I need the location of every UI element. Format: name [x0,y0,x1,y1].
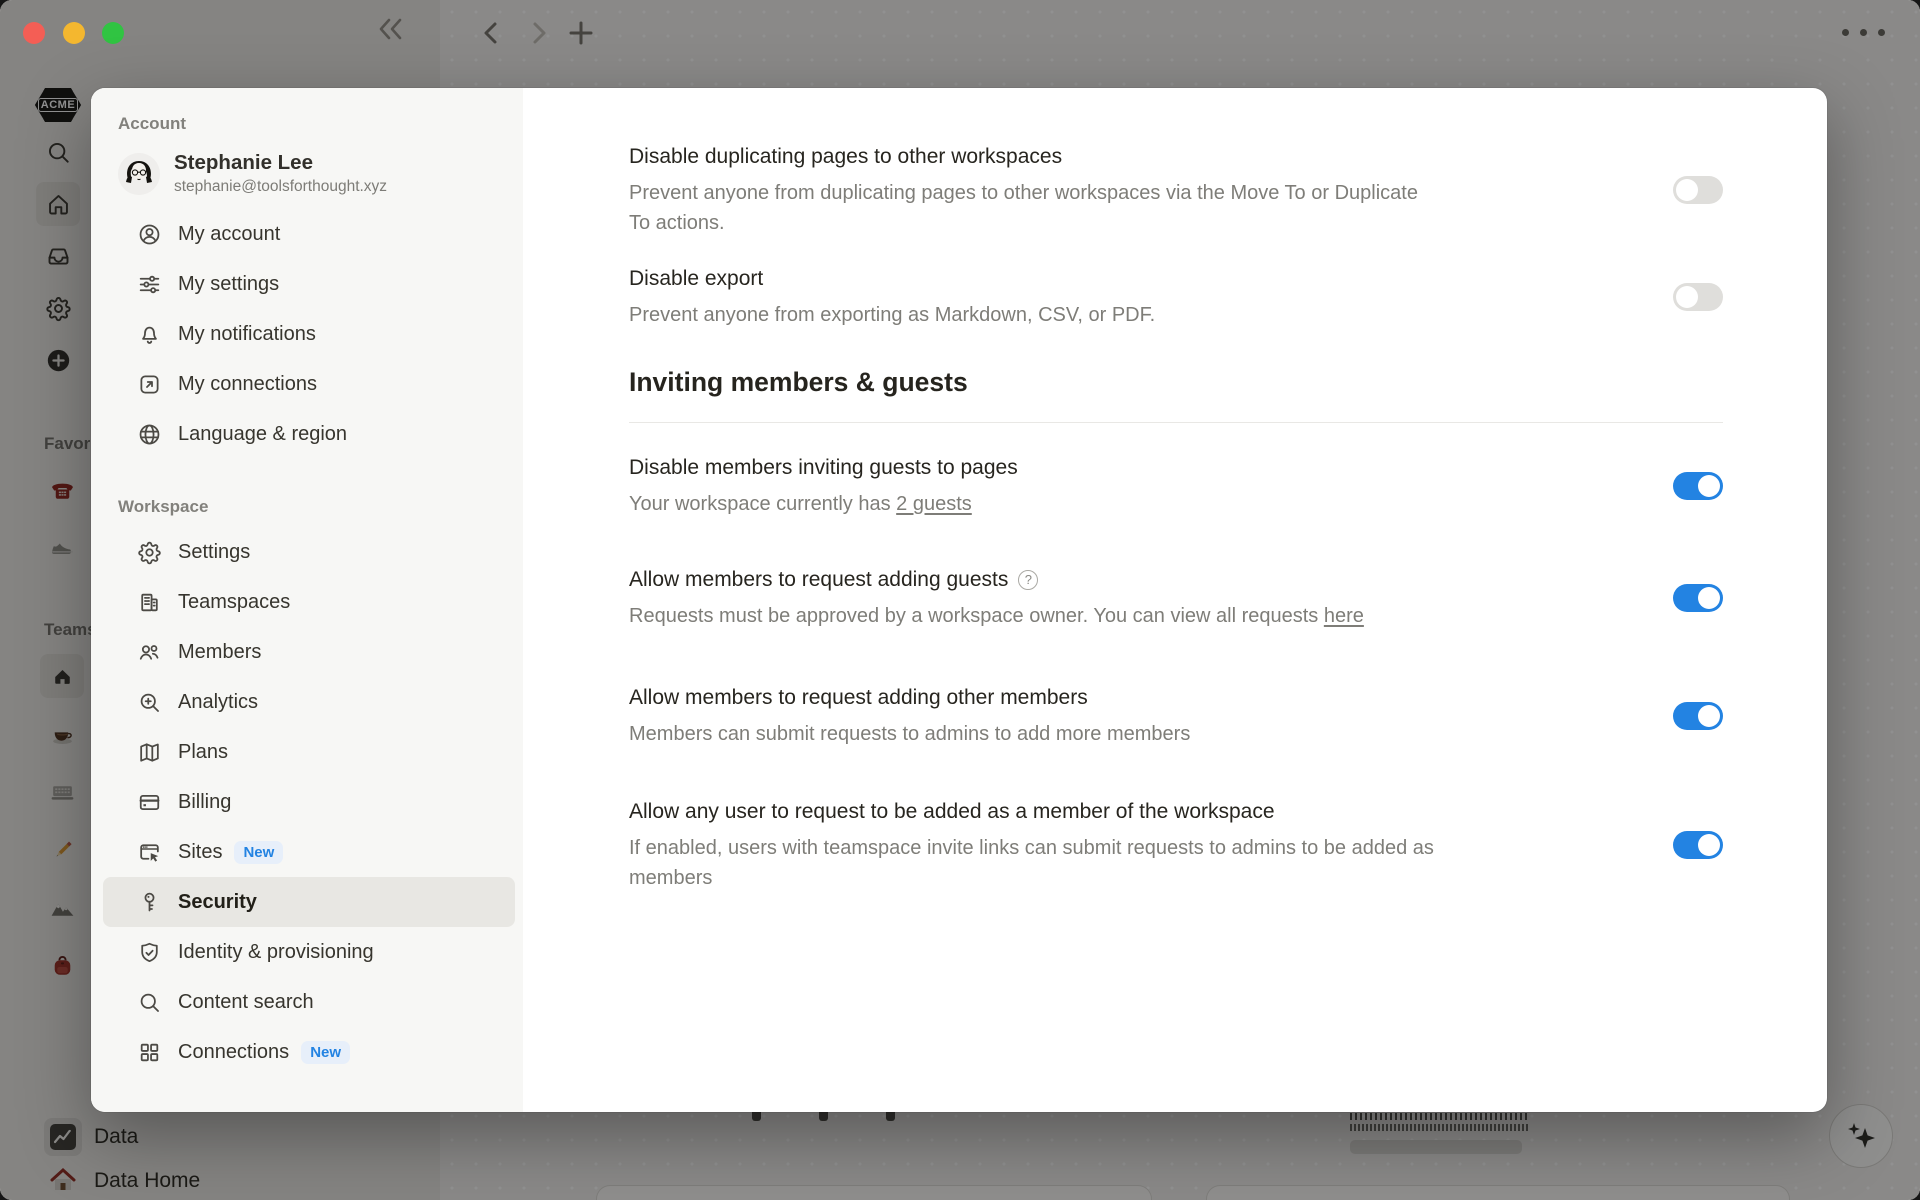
user-profile[interactable]: Stephanie Lee stephanie@toolsforthought.… [118,150,523,197]
sidebar-item-my-settings[interactable]: My settings [103,259,515,309]
close-window-button[interactable] [23,22,45,44]
sidebar-item-identity-provisioning[interactable]: Identity & provisioning [103,927,515,977]
section-divider [629,422,1723,423]
bell-icon [137,322,162,347]
sidebar-item-sites[interactable]: Sites New [103,827,515,877]
grid-icon [137,1040,162,1065]
setting-row-disable-export: Disable export Prevent anyone from expor… [629,264,1723,330]
sidebar-item-billing[interactable]: Billing [103,777,515,827]
sidebar-item-language-region[interactable]: Language & region [103,409,515,459]
sidebar-item-security[interactable]: Security [103,877,515,927]
setting-row-disable-duplicating-pages: Disable duplicating pages to other works… [629,142,1723,238]
sidebar-item-plans[interactable]: Plans [103,727,515,777]
security-settings-panel: Disable duplicating pages to other works… [523,88,1827,1112]
browser-cursor-icon [137,840,162,865]
view-requests-link[interactable]: here [1324,601,1364,631]
toggle-disable-export[interactable] [1673,283,1723,311]
gear-icon [137,540,162,565]
setting-row-disable-members-inviting-guests: Disable members inviting guests to pages… [629,453,1723,519]
workspace-section-header: Workspace [118,497,523,517]
sidebar-item-analytics[interactable]: Analytics [103,677,515,727]
globe-icon [137,422,162,447]
sidebar-item-content-search[interactable]: Content search [103,977,515,1027]
sidebar-item-my-account[interactable]: My account [103,209,515,259]
settings-modal: Account Stephanie Lee [91,88,1827,1112]
toggle-disable-members-inviting-guests[interactable] [1673,472,1723,500]
zoom-window-button[interactable] [102,22,124,44]
sliders-icon [137,272,162,297]
toggle-allow-any-user-request-membership[interactable] [1673,831,1723,859]
sidebar-collapse-icon[interactable] [376,16,406,47]
settings-sidebar: Account Stephanie Lee [91,88,523,1112]
shield-check-icon [137,940,162,965]
setting-row-allow-members-request-guests: Allow members to request adding guests? … [629,565,1723,631]
sidebar-item-settings[interactable]: Settings [103,527,515,577]
more-options-icon[interactable] [1842,29,1885,36]
new-tab-icon[interactable] [566,18,596,53]
sidebar-item-my-connections[interactable]: My connections [103,359,515,409]
key-icon [137,890,162,915]
sidebar-item-members[interactable]: Members [103,627,515,677]
app-window: ACME Favorites Teamspaces DataData Home [0,0,1920,1200]
sidebar-item-teamspaces[interactable]: Teamspaces [103,577,515,627]
toggle-allow-members-request-members[interactable] [1673,702,1723,730]
new-badge: New [234,841,283,864]
help-icon[interactable]: ? [1018,570,1038,590]
toggle-allow-members-request-guests[interactable] [1673,584,1723,612]
back-icon[interactable] [478,18,504,53]
avatar [118,153,160,195]
sidebar-item-connections[interactable]: Connections New [103,1027,515,1077]
person-circle-icon [137,222,162,247]
magnifier-plus-icon [137,690,162,715]
arrow-square-icon [137,372,162,397]
setting-row-allow-any-user-request-membership: Allow any user to request to be added as… [629,797,1723,893]
guests-count-link[interactable]: 2 guests [896,493,972,515]
minimize-window-button[interactable] [63,22,85,44]
user-email: stephanie@toolsforthought.xyz [174,176,387,197]
credit-card-icon [137,790,162,815]
toggle-disable-duplicating-pages[interactable] [1673,176,1723,204]
people-icon [137,640,162,665]
section-heading: Inviting members & guests [629,364,1723,400]
magnifier-icon [137,990,162,1015]
new-badge: New [301,1041,350,1064]
map-icon [137,740,162,765]
setting-row-allow-members-request-members: Allow members to request adding other me… [629,683,1723,749]
building-icon [137,590,162,615]
forward-icon[interactable] [526,18,552,53]
account-section-header: Account [118,114,523,134]
user-name: Stephanie Lee [174,150,387,176]
sidebar-item-my-notifications[interactable]: My notifications [103,309,515,359]
